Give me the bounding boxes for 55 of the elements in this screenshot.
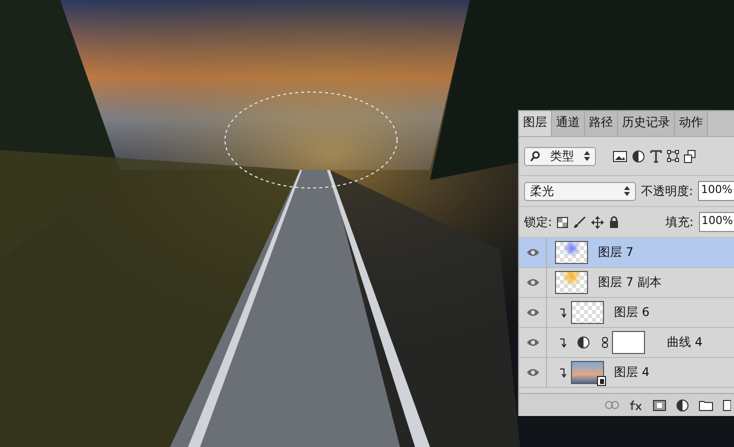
layer-thumbnail (571, 361, 604, 384)
panel-tab[interactable]: 路径 (585, 111, 618, 136)
move-icon[interactable] (591, 216, 604, 228)
layer-name: 图层 7 (598, 244, 634, 261)
clip-arrow-icon (559, 368, 567, 378)
brush-icon[interactable] (573, 216, 586, 228)
panel-tab[interactable]: 历史记录 (618, 111, 675, 136)
fx-icon[interactable] (629, 400, 643, 410)
eye-icon[interactable] (526, 248, 540, 257)
layer-name: 图层 4 (614, 364, 650, 381)
lock-icon[interactable] (609, 216, 620, 228)
folder-icon[interactable] (699, 400, 713, 410)
fill-label: 填充: (666, 214, 694, 230)
layer-row[interactable]: 图层 7 副本 (519, 268, 734, 298)
layer-row[interactable]: 图层 4 (519, 358, 734, 388)
up-down-caret-icon (624, 186, 630, 196)
new-layer-icon[interactable] (723, 400, 731, 410)
image-icon[interactable] (613, 150, 627, 162)
smart-object-badge-icon (597, 376, 606, 386)
eye-icon[interactable] (526, 278, 540, 287)
layer-thumbnail (571, 301, 604, 324)
layer-row[interactable]: 图层 6 (519, 298, 734, 328)
layer-row[interactable]: 图层 7 (519, 238, 734, 268)
checkerboard-icon[interactable] (557, 216, 568, 228)
lock-label: 锁定: (524, 214, 552, 230)
link-icon[interactable] (602, 337, 608, 348)
filter-dropdown[interactable]: 类型 (524, 146, 596, 166)
panel-tab[interactable]: 通道 (552, 111, 585, 136)
panel-tab[interactable]: 图层 (519, 111, 552, 136)
eye-icon[interactable] (526, 338, 540, 347)
layer-thumbnail (555, 241, 588, 264)
transform-icon[interactable] (667, 150, 679, 162)
eye-icon[interactable] (526, 368, 540, 377)
fill-field[interactable]: 100% (698, 212, 734, 232)
layer-row[interactable]: 曲线 4 (519, 328, 734, 358)
curves-adjustment-icon[interactable] (577, 336, 590, 349)
up-down-caret-icon (584, 151, 590, 161)
opacity-label: 不透明度: (641, 182, 694, 200)
type-icon[interactable] (650, 150, 662, 162)
panel-tab[interactable]: 动作 (675, 111, 708, 136)
adjustment-layer-icon[interactable] (676, 398, 689, 412)
blend-mode-dropdown[interactable]: 柔光 (524, 182, 636, 200)
clip-arrow-icon (559, 308, 567, 318)
smart-object-icon[interactable] (684, 150, 696, 162)
mask-icon[interactable] (653, 400, 666, 410)
layer-thumbnail (555, 271, 588, 294)
opacity-field[interactable]: 100% (698, 181, 734, 201)
adjustment-icon[interactable] (632, 150, 645, 162)
layer-name: 图层 6 (614, 304, 650, 321)
layer-thumbnail (612, 331, 645, 354)
layer-name: 曲线 4 (667, 334, 702, 351)
search-icon (530, 150, 540, 162)
eye-icon[interactable] (526, 308, 540, 317)
layer-name: 图层 7 副本 (598, 274, 662, 291)
clip-arrow-icon (559, 338, 567, 348)
